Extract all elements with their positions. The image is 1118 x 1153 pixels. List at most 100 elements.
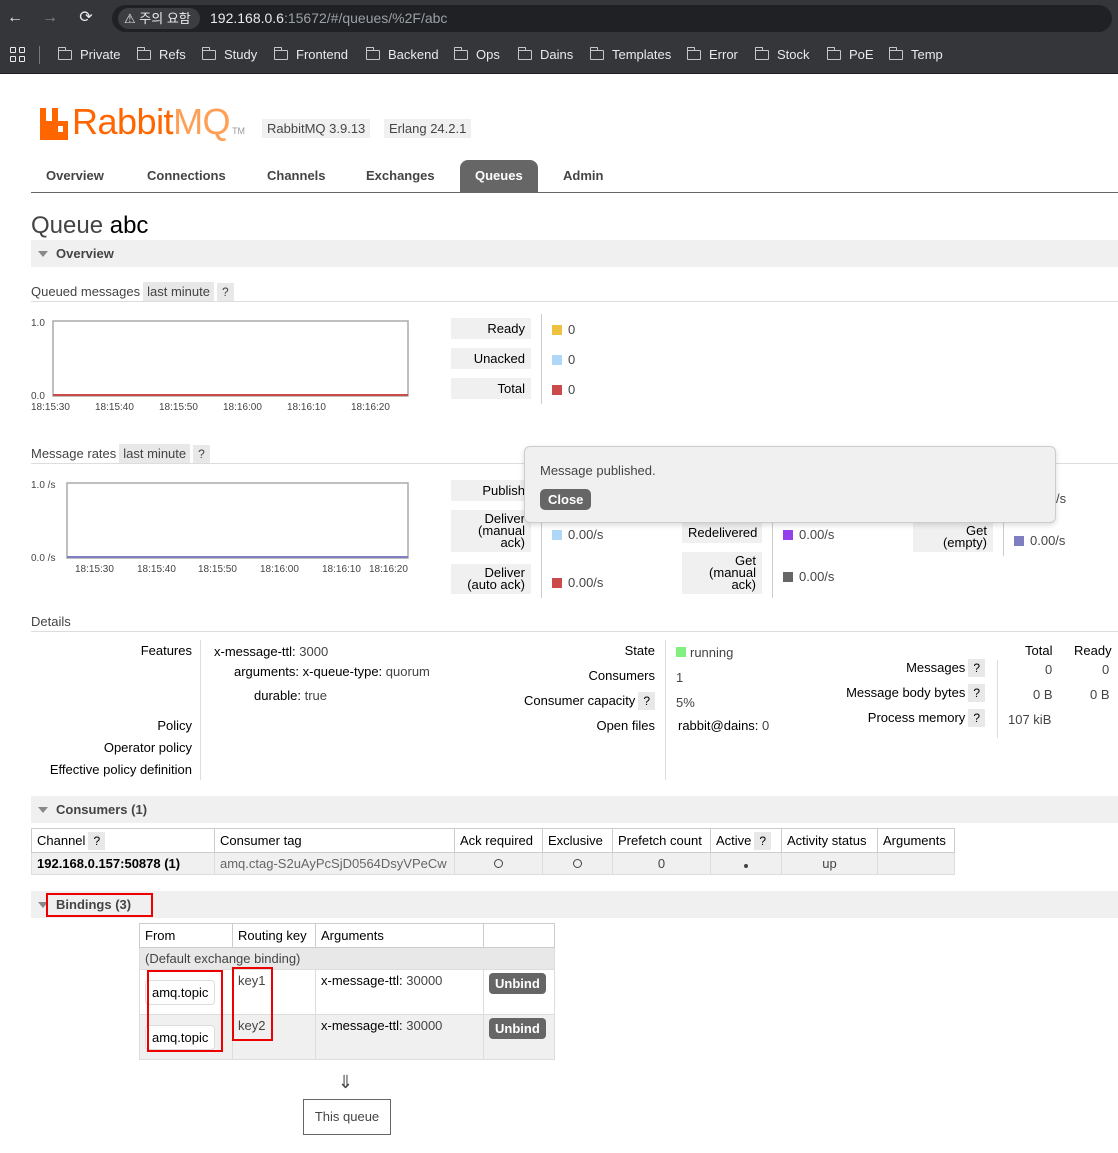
stats-header-ready: Ready xyxy=(1074,643,1112,658)
unbind-button[interactable]: Unbind xyxy=(489,1018,546,1039)
get-empty-swatch xyxy=(1014,535,1024,546)
binding-arg-value: 30000 xyxy=(406,973,443,988)
deliver-auto-line2: (auto ack) xyxy=(467,577,525,592)
queued-range-selector[interactable]: last minute xyxy=(143,282,214,301)
page-title: Queue abc xyxy=(31,212,148,240)
bookmark-label: Frontend xyxy=(296,47,349,62)
get-empty-rate: 0.00/s xyxy=(1014,533,1065,548)
divider xyxy=(31,301,1118,302)
col-channel: Channel? xyxy=(31,828,215,853)
url-host: 192.168.0.6 xyxy=(210,10,284,26)
table-row: (Default exchange binding) xyxy=(139,947,555,970)
process-memory-help-button[interactable]: ? xyxy=(968,709,985,727)
popup-message: Message published. xyxy=(540,463,656,478)
collapse-triangle-icon xyxy=(38,807,48,813)
security-warning-chip[interactable]: ⚠ 주의 요함 xyxy=(118,8,200,29)
binding-action-cell: Unbind xyxy=(483,969,555,1015)
highlight-box-bindings xyxy=(46,893,153,917)
bookmark-study[interactable]: Study xyxy=(201,46,257,62)
folder-icon xyxy=(754,46,769,60)
folder-icon xyxy=(589,46,604,60)
running-status-swatch xyxy=(676,647,686,657)
process-memory-label: Process memory? xyxy=(868,709,985,727)
rates-x-tick: 18:16:20 xyxy=(369,564,408,575)
rates-help-button[interactable]: ? xyxy=(193,445,210,463)
overview-section-header[interactable]: Overview xyxy=(31,240,1118,267)
forward-arrow-icon[interactable]: → xyxy=(40,8,60,28)
details-header: Details xyxy=(31,614,71,629)
rabbitmq-version-badge: RabbitMQ 3.9.13 xyxy=(262,119,371,138)
tab-exchanges[interactable]: Exchanges xyxy=(366,168,435,183)
tab-admin[interactable]: Admin xyxy=(563,168,603,183)
details-divider xyxy=(665,640,666,780)
notification-popup: Message published. Close xyxy=(524,446,1056,523)
bookmark-label: Ops xyxy=(476,47,500,62)
bookmark-temp[interactable]: Temp xyxy=(888,46,943,62)
legend-unacked-label: Unacked xyxy=(451,348,531,369)
folder-icon xyxy=(826,46,841,60)
deliver-auto-rate: 0.00/s xyxy=(552,575,603,590)
legend-unacked-swatch xyxy=(552,354,562,365)
consumers-section-header[interactable]: Consumers (1) xyxy=(31,796,1118,823)
rates-x-tick: 18:16:10 xyxy=(322,564,361,575)
bookmark-templates[interactable]: Templates xyxy=(589,46,671,62)
body-bytes-ready: 0 B xyxy=(1090,687,1110,702)
unbind-button[interactable]: Unbind xyxy=(489,973,546,994)
rates-y-tick-min: 0.0 /s xyxy=(31,553,55,564)
channel-help-button[interactable]: ? xyxy=(88,832,106,850)
rabbitmq-logo[interactable]: RabbitMQ TM xyxy=(40,100,245,140)
queued-help-button[interactable]: ? xyxy=(217,283,234,301)
apps-grid-icon[interactable] xyxy=(10,47,26,63)
consumer-capacity-label: Consumer capacity? xyxy=(524,692,655,710)
bookmark-ops[interactable]: Ops xyxy=(453,46,500,62)
bookmark-stock[interactable]: Stock xyxy=(754,46,810,62)
binding-action-cell: Unbind xyxy=(483,1014,555,1060)
deliver-manual-swatch xyxy=(552,529,562,540)
consumer-tag: amq.ctag-S2uAyPcSjD0564DsyVPeCw xyxy=(214,852,455,875)
bookmark-backend[interactable]: Backend xyxy=(365,46,439,62)
queued-x-tick: 18:16:10 xyxy=(287,402,326,413)
ack-required-cell xyxy=(454,852,543,875)
bookmark-refs[interactable]: Refs xyxy=(136,46,186,62)
bindings-section-header[interactable]: Bindings (3) xyxy=(31,891,1118,918)
logo-wordmark: RabbitMQ xyxy=(72,104,231,140)
bookmark-poe[interactable]: PoE xyxy=(826,46,874,62)
url-text[interactable]: 192.168.0.6:15672/#/queues/%2F/abc xyxy=(210,10,447,26)
queue-name: abc xyxy=(109,212,149,239)
active-cell xyxy=(710,852,782,875)
browser-toolbar: ← → ⟳ ⚠ 주의 요함 192.168.0.6:15672/#/queues… xyxy=(0,0,1118,36)
folder-icon xyxy=(136,46,151,60)
bookmark-dains[interactable]: Dains xyxy=(517,46,573,62)
main-nav-tabs: Overview Connections Channels Exchanges … xyxy=(31,160,1118,193)
consumer-channel-link[interactable]: 192.168.0.157:50878 (1) xyxy=(31,852,215,875)
url-path: :15672/#/queues/%2F/abc xyxy=(283,10,448,26)
binding-arguments: x-message-ttl: 30000 xyxy=(315,969,484,1015)
legend-publish-label: Publish xyxy=(451,480,531,501)
features-label: Features xyxy=(140,643,192,658)
reload-icon[interactable]: ⟳ xyxy=(76,8,96,28)
bookmark-frontend[interactable]: Frontend xyxy=(273,46,349,62)
rates-x-tick: 18:15:30 xyxy=(75,564,114,575)
rates-range-selector[interactable]: last minute xyxy=(119,444,191,463)
active-help-button[interactable]: ? xyxy=(754,832,772,850)
tab-overview[interactable]: Overview xyxy=(46,168,104,183)
capacity-help-button[interactable]: ? xyxy=(638,692,655,710)
body-bytes-help-button[interactable]: ? xyxy=(968,684,985,702)
queued-x-tick: 18:15:40 xyxy=(95,402,134,413)
back-arrow-icon[interactable]: ← xyxy=(5,8,25,28)
feature-durable-value: true xyxy=(304,688,328,703)
col-consumer-tag: Consumer tag xyxy=(214,828,455,853)
col-arguments: Arguments xyxy=(877,828,955,853)
tab-queues[interactable]: Queues xyxy=(460,160,538,193)
tab-channels[interactable]: Channels xyxy=(267,168,326,183)
rates-x-tick: 18:15:40 xyxy=(137,564,176,575)
messages-help-button[interactable]: ? xyxy=(968,659,985,677)
message-rates-chart: 1.0 /s 0.0 /s 18:15:30 18:15:40 18:15:50… xyxy=(31,478,431,581)
popup-close-button[interactable]: Close xyxy=(540,489,592,510)
col-ack-required: Ack required xyxy=(454,828,543,853)
bookmark-error[interactable]: Error xyxy=(686,46,738,62)
tab-connections[interactable]: Connections xyxy=(147,168,226,183)
default-exchange-binding: (Default exchange binding) xyxy=(139,947,555,970)
bookmark-private[interactable]: Private xyxy=(57,46,120,62)
consumers-table: Channel? Consumer tag Ack required Exclu… xyxy=(31,828,955,875)
